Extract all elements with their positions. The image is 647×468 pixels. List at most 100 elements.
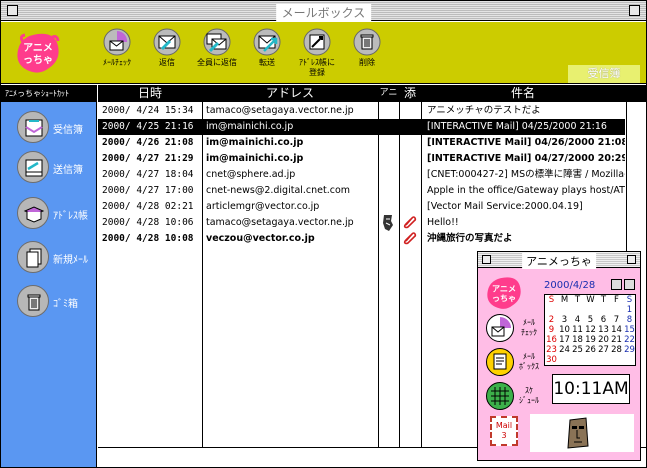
calendar-day [623,355,636,365]
row-date: 2000/ 4/27 18:04 [102,169,194,180]
sidebar-item-trash[interactable]: ｺﾞﾐ箱 [17,285,97,319]
column-header-address[interactable]: アドレス [202,85,378,102]
calendar-weekday: W [586,295,595,305]
calendar-day[interactable]: 17 [558,335,571,345]
trash-icon [353,28,381,56]
animeccha-logo: アニメ っちゃ [17,33,60,73]
table-row[interactable]: 2000/ 4/24 15:34 tamaco@setagaya.vector.n… [98,103,625,119]
mailbox-window: メールボックス アニメ っちゃ ﾒｰﾙﾁｪｯｸ 返信 全員に返信 転送 ｱﾄﾞﾚ… [0,0,647,468]
address-register-icon [303,28,331,56]
calendar-day[interactable]: 13 [597,325,610,335]
table-row[interactable]: 2000/ 4/28 10:06 tamaco@setagaya.vector.n… [98,215,625,231]
calendar-day[interactable]: 16 [545,335,558,345]
row-address: tamaco@setagaya.vector.ne.jp [206,105,354,116]
calendar-day [597,355,610,365]
calendar-day[interactable]: 12 [584,325,597,335]
mail-stamp-icon[interactable]: Mail 3 [490,416,518,446]
calendar: S M T W T F S 1 2 3 4 5 6 7 8 9 10 11 12 13 14 15 16 17 18 19 20 21… [544,294,636,366]
calendar-day [558,305,571,315]
row-subject: アニメッチャのテストだよ [427,105,541,116]
sidebar-item-new-mail[interactable]: 新規ﾒｰﾙ [17,241,97,275]
row-address: cnet@sphere.ad.jp [206,169,296,180]
row-address: im@mainichi.co.jp [206,153,304,164]
widget-schedule-icon[interactable] [486,382,514,410]
calendar-day[interactable]: 18 [571,335,584,345]
calendar-day[interactable]: 27 [597,345,610,355]
calendar-prev-icon[interactable] [611,279,622,290]
table-row[interactable]: 2000/ 4/27 17:00 cnet-news@2.digital.cnet… [98,183,625,199]
svg-text:アニメ: アニメ [23,42,53,54]
table-row[interactable]: 2000/ 4/28 02:21 articlemgr@vector.co.jp [… [98,199,625,215]
calendar-weekday: T [600,295,607,305]
delete-button[interactable]: 削除 [337,27,397,68]
calendar-day[interactable]: 2 [545,315,558,325]
calendar-day[interactable]: 15 [623,325,636,335]
widget-close-icon[interactable] [482,255,491,264]
column-header-subject[interactable]: 件名 [421,85,625,102]
title-bar[interactable]: メールボックス [1,1,646,21]
sidebar-item-address-book[interactable]: ｱﾄﾞﾚｽ帳 [17,197,97,231]
column-header-date[interactable]: 日時 [98,85,202,102]
row-date: 2000/ 4/27 17:00 [102,185,194,196]
calendar-day[interactable]: 29 [623,345,636,355]
calendar-day[interactable]: 20 [597,335,610,345]
close-box-icon[interactable] [7,5,18,16]
widget-title-bar[interactable]: アニメっちゃ [478,252,640,269]
calendar-day[interactable]: 25 [571,345,584,355]
calendar-day[interactable]: 5 [584,315,597,325]
anime-icon[interactable] [381,213,397,233]
row-address: im@mainichi.co.jp [206,121,294,132]
delete-label: 削除 [359,58,375,67]
calendar-day[interactable]: 8 [623,315,636,325]
calendar-day[interactable]: 26 [584,345,597,355]
attachment-clip-icon[interactable] [403,231,419,247]
calendar-day[interactable]: 21 [610,335,623,345]
calendar-day[interactable]: 23 [545,345,558,355]
table-row[interactable]: 2000/ 4/28 10:08 veczou@vector.co.jp 沖縄旅行の… [98,231,625,247]
row-subject: [Vector Mail Service:2000.04.19] [427,201,583,212]
row-subject: [INTERACTIVE Mail] 04/25/2000 21:16 [427,121,607,132]
sidebar-item-inbox[interactable]: 受信簿 [17,111,97,145]
sidebar-item-outbox[interactable]: 送信簿 [17,151,97,185]
calendar-day [571,355,584,365]
calendar-next-icon[interactable] [624,279,635,290]
calendar-day[interactable]: 11 [571,325,584,335]
widget-mail-check-icon[interactable] [486,314,514,342]
calendar-day[interactable]: 9 [545,325,558,335]
sidebar-item-address-book-label: ｱﾄﾞﾚｽ帳 [53,211,88,222]
trash-icon [17,285,49,317]
calendar-day[interactable]: 1 [623,305,636,315]
address-book-icon [17,197,49,229]
table-row[interactable]: 2000/ 4/27 21:29 im@mainichi.co.jp [INTERA… [98,151,625,167]
calendar-day[interactable]: 7 [610,315,623,325]
attachment-clip-icon[interactable] [403,215,419,231]
row-address: im@mainichi.co.jp [206,137,304,148]
calendar-day [584,305,597,315]
calendar-day[interactable]: 3 [558,315,571,325]
table-row[interactable]: 2000/ 4/26 21:08 im@mainichi.co.jp [INTERA… [98,135,625,151]
calendar-day[interactable]: 22 [623,335,636,345]
calendar-month: 2000/4/28 [544,280,596,291]
reply-icon [153,28,181,56]
calendar-day[interactable]: 4 [571,315,584,325]
zoom-box-icon[interactable] [629,5,640,16]
calendar-day[interactable]: 19 [584,335,597,345]
table-row[interactable]: 2000/ 4/27 18:04 cnet@sphere.ad.jp [CNET:0… [98,167,625,183]
widget-zoom-icon[interactable] [627,255,636,264]
calendar-day[interactable]: 30 [545,355,558,365]
widget-mailbox-icon[interactable] [486,348,514,376]
table-row[interactable]: 2000/ 4/25 21:16 im@mainichi.co.jp [INTERA… [98,119,625,135]
sidebar-item-new-mail-label: 新規ﾒｰﾙ [53,255,88,266]
column-header-attachment[interactable]: 添 [399,85,421,102]
calendar-day[interactable]: 10 [558,325,571,335]
column-header-anime[interactable]: アニメ [378,85,399,115]
calendar-day[interactable]: 24 [558,345,571,355]
row-address: veczou@vector.co.jp [206,233,315,244]
widget-schedule-label: ｽｹ ｼﾞｭｰﾙ [519,386,539,405]
outbox-icon [17,151,49,183]
moai-icon [567,417,589,449]
calendar-day[interactable]: 6 [597,315,610,325]
calendar-day[interactable]: 28 [610,345,623,355]
row-address: cnet-news@2.digital.cnet.com [206,185,351,196]
calendar-day[interactable]: 14 [610,325,623,335]
